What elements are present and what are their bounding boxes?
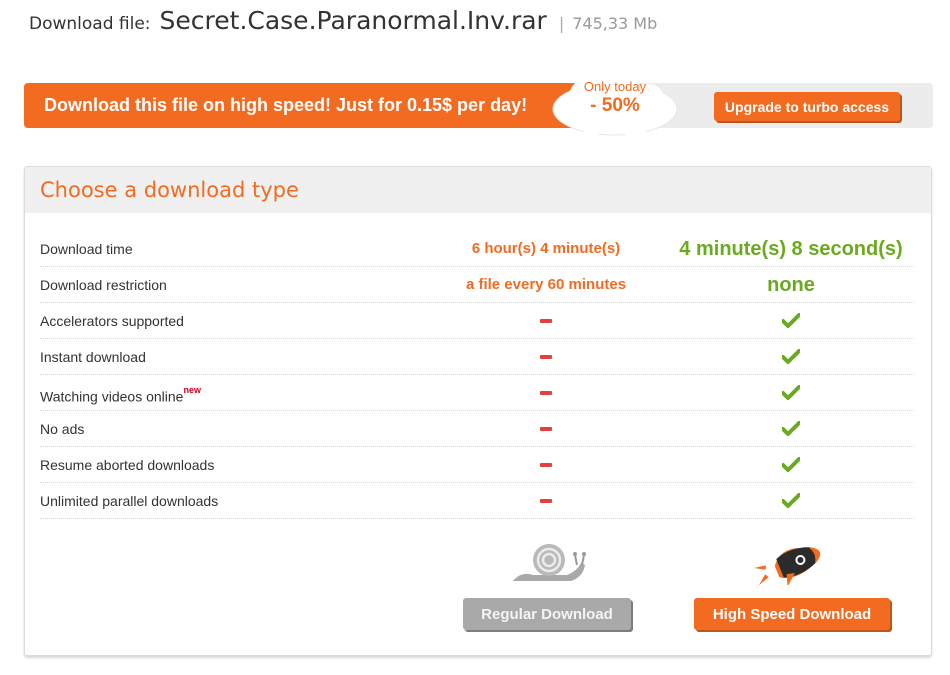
table-row: No ads xyxy=(40,411,914,447)
regular-value: 6 hour(s) 4 minute(s) xyxy=(471,240,621,257)
discount-badge: Only today - 50% xyxy=(550,73,680,141)
regular-value: a file every 60 minutes xyxy=(465,276,627,293)
file-header: Download file: Secret.Case.Paranormal.In… xyxy=(29,6,657,46)
check-icon xyxy=(782,457,800,473)
badge-line-1: Only today xyxy=(583,79,647,94)
high-speed-download-button[interactable]: High Speed Download xyxy=(694,598,890,630)
check-icon xyxy=(782,421,800,437)
minus-icon xyxy=(540,391,552,396)
file-size: 745,33 Mb xyxy=(572,14,658,33)
file-label: Download file: xyxy=(29,14,151,34)
promo-banner: Download this file on high speed! Just f… xyxy=(24,73,933,137)
download-type-panel: Choose a download type Download time 6 h… xyxy=(24,166,932,656)
minus-icon xyxy=(540,319,552,324)
minus-icon xyxy=(540,499,552,504)
file-name: Secret.Case.Paranormal.Inv.rar xyxy=(159,6,547,35)
regular-download-button[interactable]: Regular Download xyxy=(463,598,631,630)
separator: | xyxy=(558,14,565,33)
table-row: Watching videos onlinenew xyxy=(40,375,914,411)
feature-label: Download restriction xyxy=(40,277,167,293)
minus-icon xyxy=(540,427,552,432)
panel-title: Choose a download type xyxy=(25,167,931,213)
badge-line-2: - 50% xyxy=(590,95,640,116)
feature-label: Download time xyxy=(40,241,133,257)
minus-icon xyxy=(540,355,552,360)
promo-text: Download this file on high speed! Just f… xyxy=(44,95,528,115)
table-row: Download restriction a file every 60 min… xyxy=(40,267,914,303)
high-speed-value: none xyxy=(767,274,815,296)
upgrade-turbo-button[interactable]: Upgrade to turbo access xyxy=(714,92,900,121)
check-icon xyxy=(782,493,800,509)
new-badge: new xyxy=(183,385,201,395)
check-icon xyxy=(782,313,800,329)
check-icon xyxy=(782,385,800,401)
minus-icon xyxy=(540,463,552,468)
table-row: Download time 6 hour(s) 4 minute(s) 4 mi… xyxy=(40,231,914,267)
table-row: Accelerators supported xyxy=(40,303,914,339)
feature-label: Instant download xyxy=(40,349,146,365)
high-speed-value: 4 minute(s) 8 second(s) xyxy=(679,238,903,260)
feature-label: Unlimited parallel downloads xyxy=(40,493,219,509)
rocket-icon xyxy=(754,547,821,585)
feature-label: Accelerators supported xyxy=(40,313,184,329)
table-row: Instant download xyxy=(40,339,914,375)
table-row: Resume aborted downloads xyxy=(40,447,914,483)
feature-label: No ads xyxy=(40,421,85,437)
check-icon xyxy=(782,349,800,365)
snail-icon xyxy=(513,544,586,581)
table-row: Unlimited parallel downloads xyxy=(40,483,914,519)
feature-label: Resume aborted downloads xyxy=(40,457,215,473)
feature-label: Watching videos online xyxy=(40,388,184,405)
